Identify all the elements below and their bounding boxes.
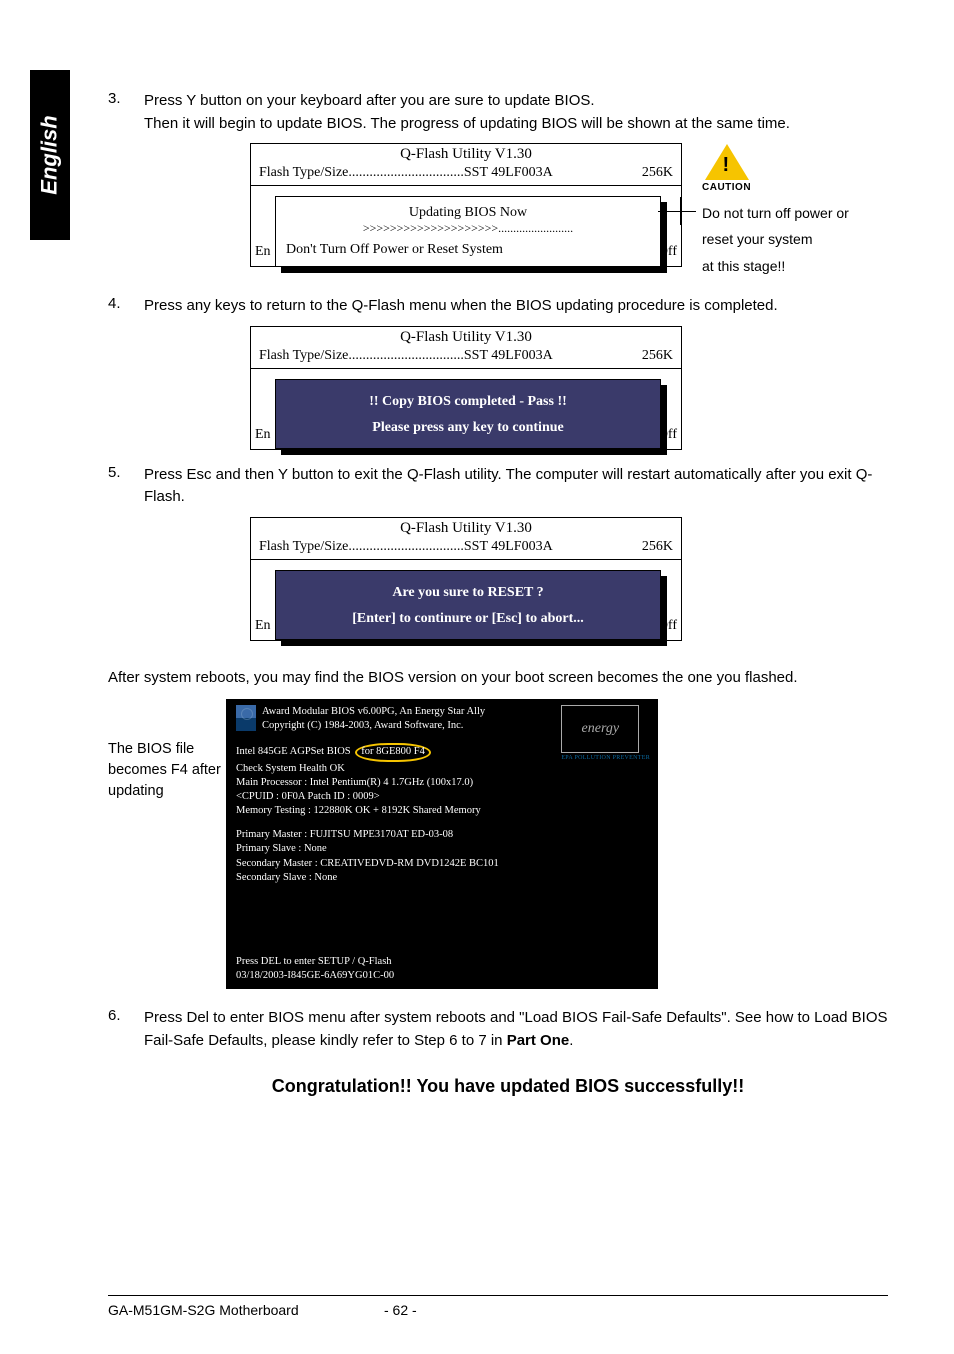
footer-page-number: - 62 - [384, 1302, 484, 1318]
caution-label: CAUTION [702, 182, 751, 193]
caution-text-block: Do not turn off power or reset your syst… [702, 198, 849, 277]
congratulation-text: Congratulation!! You have updated BIOS s… [108, 1076, 908, 1097]
boot-line: Memory Testing : 122880K OK + 8192K Shar… [236, 804, 648, 818]
press-key-message: Please press any key to continue [286, 418, 650, 440]
boot-screen-row: The BIOS file becomes F4 after updating … [108, 699, 908, 989]
boot-annotation: The BIOS file becomes F4 after updating [108, 699, 226, 802]
boot-line: 03/18/2003-I845GE-6A69YG01C-00 [236, 969, 648, 983]
connector-line [658, 211, 696, 212]
updating-panel: Updating BIOS Now >>>>>>>>>>>>>>>>>>>>..… [275, 196, 661, 267]
boot-screen: energy EPA POLLUTION PREVENTER Award Mod… [226, 699, 658, 989]
step-text: Press Del to enter BIOS menu after syste… [144, 1007, 908, 1052]
page-footer: GA-M51GM-S2G Motherboard - 62 - [108, 1295, 888, 1318]
boot-line: Primary Slave : None [236, 842, 648, 856]
boot-line: Copyright (C) 1984-2003, Award Software,… [262, 719, 485, 733]
step-text: Press Esc and then Y button to exit the … [144, 464, 908, 509]
qflash-box-completed: Q-Flash Utility V1.30 Flash Type/Size...… [250, 326, 682, 450]
page-content: 3. Press Y button on your keyboard after… [108, 90, 908, 1097]
boot-line: <CPUID : 0F0A Patch ID : 0009> [236, 790, 648, 804]
footer-product: GA-M51GM-S2G Motherboard [108, 1302, 384, 1318]
step-text: Press Y button on your keyboard after yo… [144, 90, 908, 135]
energy-star-logo: energy EPA POLLUTION PREVENTER [561, 705, 650, 761]
caution-block: ! CAUTION [702, 144, 751, 193]
connector-line-v [680, 197, 681, 225]
boot-line: Award Modular BIOS v6.00PG, An Energy St… [262, 705, 485, 719]
language-tab: English [30, 70, 70, 240]
step-3: 3. Press Y button on your keyboard after… [108, 90, 908, 135]
progress-bar: >>>>>>>>>>>>>>>>>>>>....................… [286, 221, 650, 236]
boot-line: Press DEL to enter SETUP / Q-Flash [236, 955, 648, 969]
energy-text: energy [561, 705, 639, 753]
step-5: 5. Press Esc and then Y button to exit t… [108, 464, 908, 509]
step-number: 4. [108, 295, 144, 318]
epa-text: EPA POLLUTION PREVENTER [561, 755, 650, 761]
power-warning: Don't Turn Off Power or Reset System [286, 242, 650, 258]
step-6: 6. Press Del to enter BIOS menu after sy… [108, 1007, 908, 1052]
flash-type-line: Flash Type/Size.........................… [251, 539, 681, 560]
step-text: Press any keys to return to the Q-Flash … [144, 295, 908, 318]
award-logo-icon [236, 705, 256, 731]
reset-question: Are you sure to RESET ? [286, 579, 650, 609]
qflash-title: Q-Flash Utility V1.30 [251, 144, 681, 165]
reset-panel: Are you sure to RESET ? [Enter] to conti… [275, 570, 661, 640]
updating-title: Updating BIOS Now [286, 205, 650, 221]
boot-line: Check System Health OK [236, 762, 648, 776]
bios-version-highlight: for 8GE800 F4 [355, 743, 431, 761]
flash-type-line: Flash Type/Size.........................… [251, 348, 681, 369]
qflash-title: Q-Flash Utility V1.30 [251, 327, 681, 348]
step-number: 3. [108, 90, 144, 135]
step-number: 6. [108, 1007, 144, 1052]
step-4: 4. Press any keys to return to the Q-Fla… [108, 295, 908, 318]
qflash-box-updating: Q-Flash Utility V1.30 Flash Type/Size...… [250, 143, 682, 267]
completed-panel: !! Copy BIOS completed - Pass !! Please … [275, 379, 661, 449]
boot-line: Main Processor : Intel Pentium(R) 4 1.7G… [236, 776, 648, 790]
flash-type-line: Flash Type/Size.........................… [251, 165, 681, 186]
completed-message: !! Copy BIOS completed - Pass !! [286, 388, 650, 418]
language-tab-text: English [37, 115, 63, 194]
qflash-box-reset: Q-Flash Utility V1.30 Flash Type/Size...… [250, 517, 682, 641]
boot-line: Secondary Slave : None [236, 871, 648, 885]
reset-options: [Enter] to continure or [Esc] to abort..… [286, 609, 650, 631]
qflash-title: Q-Flash Utility V1.30 [251, 518, 681, 539]
boot-line: Secondary Master : CREATIVEDVD-RM DVD124… [236, 857, 648, 871]
exclamation-icon: ! [723, 154, 730, 177]
caution-icon: ! [705, 144, 749, 180]
step-number: 5. [108, 464, 144, 509]
boot-line: Primary Master : FUJITSU MPE3170AT ED-03… [236, 828, 648, 842]
after-reboot-text: After system reboots, you may find the B… [108, 667, 908, 690]
